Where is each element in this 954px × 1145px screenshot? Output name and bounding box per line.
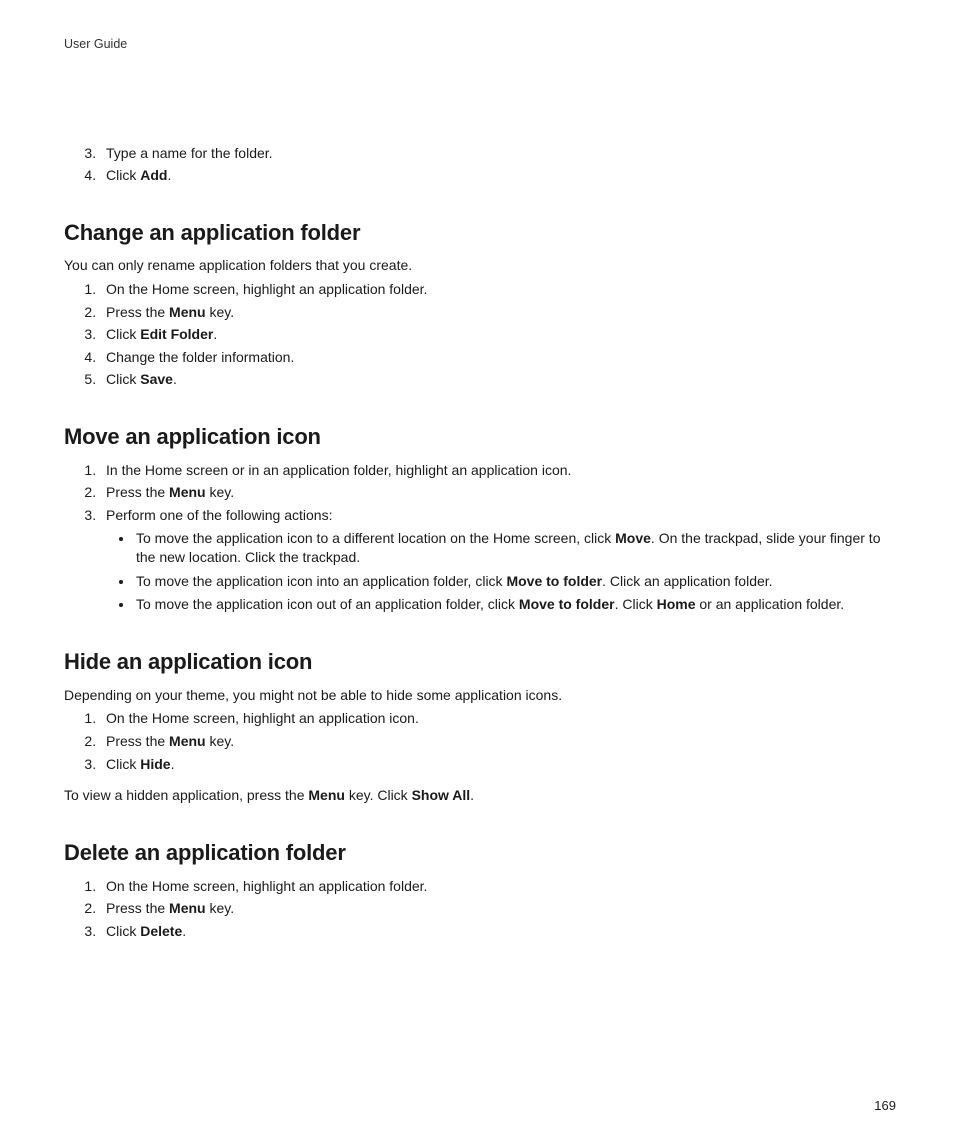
bullet-bold: Move to folder [519, 596, 615, 612]
step-text: . [213, 326, 217, 342]
step-text: . [182, 923, 186, 939]
bullet-text: . Click an application folder. [602, 573, 772, 589]
list-item: Press the Menu key. [100, 483, 896, 503]
list-item: On the Home screen, highlight an applica… [100, 280, 896, 300]
page-header: User Guide [64, 36, 896, 54]
bullet-bold: Move [615, 530, 651, 546]
page-number: 169 [874, 1097, 896, 1115]
step-text: Click [106, 167, 140, 183]
list-item: Press the Menu key. [100, 303, 896, 323]
step-text: Press the [106, 304, 169, 320]
list-item: Click Delete. [100, 922, 896, 942]
step-text: Click [106, 326, 140, 342]
move-bullets: To move the application icon to a differ… [106, 529, 896, 615]
step-text: In the Home screen or in an application … [106, 462, 571, 478]
bullet-text: or an application folder. [695, 596, 844, 612]
note-bold: Show All [412, 787, 471, 803]
section-heading-delete: Delete an application folder [64, 838, 896, 869]
step-text: On the Home screen, highlight an applica… [106, 281, 427, 297]
document-page: User Guide Type a name for the folder. C… [0, 0, 954, 1145]
step-text: Press the [106, 733, 169, 749]
bullet-text: . Click [615, 596, 657, 612]
step-bold: Menu [169, 304, 206, 320]
step-bold: Hide [140, 756, 170, 772]
section-heading-move: Move an application icon [64, 422, 896, 453]
note-text: To view a hidden application, press the [64, 787, 308, 803]
step-text: Click [106, 756, 140, 772]
section-intro: Depending on your theme, you might not b… [64, 686, 896, 706]
list-item: Click Edit Folder. [100, 325, 896, 345]
note-text: key. Click [345, 787, 412, 803]
step-text: key. [206, 484, 235, 500]
step-text: Press the [106, 900, 169, 916]
step-text: On the Home screen, highlight an applica… [106, 710, 419, 726]
step-bold: Add [140, 167, 167, 183]
step-text: Type a name for the folder. [106, 145, 273, 161]
step-text: Perform one of the following actions: [106, 507, 332, 523]
top-continuation-list: Type a name for the folder. Click Add. [64, 144, 896, 186]
list-item: In the Home screen or in an application … [100, 461, 896, 481]
bullet-text: To move the application icon out of an a… [136, 596, 519, 612]
step-text: key. [206, 900, 235, 916]
hide-note: To view a hidden application, press the … [64, 786, 896, 806]
step-bold: Edit Folder [140, 326, 213, 342]
bullet-text: To move the application icon to a differ… [136, 530, 615, 546]
list-item: Click Hide. [100, 755, 896, 775]
list-item: Press the Menu key. [100, 732, 896, 752]
step-text: key. [206, 733, 235, 749]
delete-steps: On the Home screen, highlight an applica… [64, 877, 896, 942]
section-heading-change: Change an application folder [64, 218, 896, 249]
step-text: Press the [106, 484, 169, 500]
step-text: . [173, 371, 177, 387]
bullet-item: To move the application icon into an app… [134, 572, 896, 592]
bullet-text: To move the application icon into an app… [136, 573, 506, 589]
hide-steps: On the Home screen, highlight an applica… [64, 709, 896, 774]
step-text: Click [106, 923, 140, 939]
list-item: Change the folder information. [100, 348, 896, 368]
move-steps: In the Home screen or in an application … [64, 461, 896, 615]
section-intro: You can only rename application folders … [64, 256, 896, 276]
note-text: . [470, 787, 474, 803]
list-item: On the Home screen, highlight an applica… [100, 877, 896, 897]
header-title: User Guide [64, 37, 127, 51]
step-text: . [167, 167, 171, 183]
step-bold: Menu [169, 484, 206, 500]
section-heading-hide: Hide an application icon [64, 647, 896, 678]
note-bold: Menu [308, 787, 345, 803]
step-bold: Menu [169, 900, 206, 916]
bullet-item: To move the application icon to a differ… [134, 529, 896, 568]
list-item: Type a name for the folder. [100, 144, 896, 164]
list-item: On the Home screen, highlight an applica… [100, 709, 896, 729]
step-text: key. [206, 304, 235, 320]
bullet-bold: Home [657, 596, 696, 612]
list-item: Click Add. [100, 166, 896, 186]
change-steps: On the Home screen, highlight an applica… [64, 280, 896, 390]
step-text: Click [106, 371, 140, 387]
step-text: Change the folder information. [106, 349, 294, 365]
list-item: Perform one of the following actions: To… [100, 506, 896, 615]
bullet-bold: Move to folder [506, 573, 602, 589]
step-bold: Menu [169, 733, 206, 749]
list-item: Click Save. [100, 370, 896, 390]
step-text: . [171, 756, 175, 772]
step-bold: Save [140, 371, 173, 387]
step-text: On the Home screen, highlight an applica… [106, 878, 427, 894]
bullet-item: To move the application icon out of an a… [134, 595, 896, 615]
list-item: Press the Menu key. [100, 899, 896, 919]
step-bold: Delete [140, 923, 182, 939]
